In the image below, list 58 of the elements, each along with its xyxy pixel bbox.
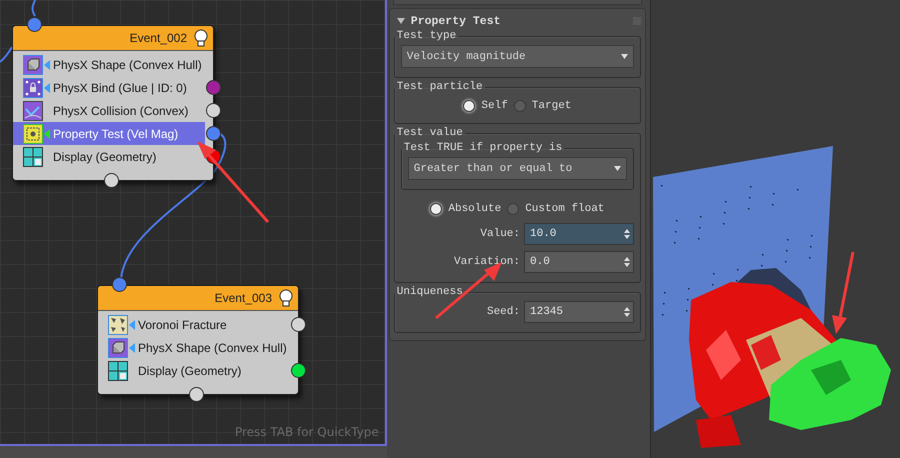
field-label: Seed:	[486, 306, 520, 318]
spinner-icon	[624, 257, 630, 267]
output-port[interactable]	[104, 173, 119, 188]
lightbulb-icon[interactable]	[193, 29, 209, 47]
radio-button[interactable]: Target	[514, 100, 572, 112]
cube-icon	[23, 54, 43, 74]
grid-icon	[23, 146, 43, 166]
operator-row[interactable]: PhysX Collision (Convex)	[13, 99, 205, 122]
operator-row[interactable]: PhysX Shape (Convex Hull)	[98, 336, 290, 359]
operator-row[interactable]: Voronoi Fracture	[98, 313, 290, 336]
fracture-icon	[108, 314, 128, 334]
number-field[interactable]: 10.0	[524, 223, 634, 245]
caret-icon	[614, 166, 621, 171]
output-port[interactable]	[206, 126, 221, 141]
collapse-icon[interactable]	[396, 17, 405, 25]
operator-row[interactable]: Display (Geometry)	[13, 145, 205, 168]
dropdown[interactable]: Greater than or equal to	[408, 157, 627, 180]
radio-button[interactable]: Custom float	[507, 203, 604, 215]
rollout-title[interactable]: Property Test	[410, 14, 627, 28]
number-field[interactable]: 0.0	[524, 251, 634, 273]
group-label: Test type	[396, 30, 458, 42]
operator-row[interactable]: Display (Geometry)	[98, 359, 290, 382]
grid-icon	[108, 360, 128, 380]
output-port[interactable]	[189, 387, 204, 402]
test-icon	[23, 124, 43, 144]
group-label: Test particle	[396, 81, 484, 93]
spinner-icon	[624, 307, 630, 317]
spinner-icon	[624, 229, 630, 239]
event-node[interactable]: Event_003 Voronoi Fracture PhysX Shape (Convex Hull) Display (Geometry)	[97, 285, 299, 395]
output-port[interactable]	[206, 80, 221, 95]
group-label: Uniqueness	[396, 286, 464, 298]
operator-row[interactable]: PhysX Shape (Convex Hull)	[13, 53, 205, 76]
lightbulb-icon[interactable]	[278, 289, 294, 307]
caret-icon	[621, 54, 628, 59]
operator-row[interactable]: PhysX Bind (Glue | ID: 0)	[13, 76, 205, 99]
collision-icon	[23, 100, 43, 120]
output-port[interactable]	[206, 103, 221, 118]
wire	[0, 46, 13, 63]
radio-button[interactable]: Self	[463, 100, 508, 112]
output-port[interactable]	[291, 317, 306, 332]
group-label: Test value	[396, 127, 464, 139]
input-port[interactable]	[112, 277, 127, 292]
number-field[interactable]: 12345	[524, 301, 634, 323]
output-port[interactable]	[291, 363, 306, 378]
dropdown[interactable]: Velocity magnitude	[400, 45, 634, 68]
node-title: Event_003	[214, 291, 272, 305]
radio-button[interactable]: Absolute	[430, 203, 502, 215]
hint-text: Press TAB for QuickType	[234, 425, 379, 439]
input-port[interactable]	[27, 17, 42, 32]
operator-row[interactable]: Property Test (Vel Mag)	[13, 122, 205, 145]
grip-icon[interactable]	[633, 17, 641, 25]
cube-icon	[108, 338, 128, 358]
group-label: Test TRUE if property is	[402, 142, 564, 154]
wire	[32, 0, 36, 16]
field-label: Value:	[480, 228, 520, 240]
field-label: Variation:	[454, 256, 520, 268]
node-title: Event_002	[130, 31, 187, 45]
lock-icon	[23, 78, 43, 98]
